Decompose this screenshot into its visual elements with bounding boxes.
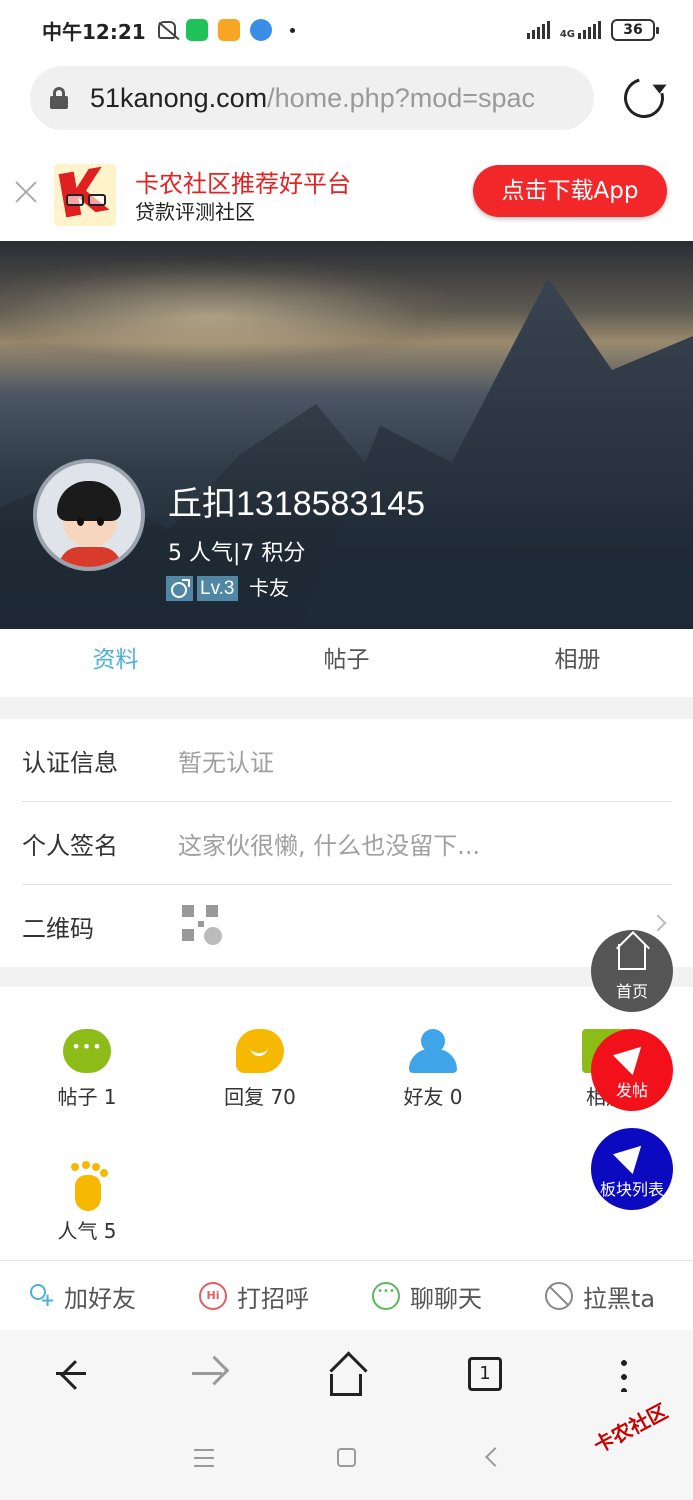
reload-icon[interactable] [616,70,672,126]
chat-icon [372,1282,400,1310]
chat-button[interactable]: 聊聊天 [372,1261,482,1331]
fab-post-label: 发帖 [615,1081,648,1100]
mobile-data: 4G [559,21,601,40]
stat-label: 好友 0 [403,1085,463,1109]
system-home-icon[interactable] [337,1448,356,1467]
block-label: 拉黑ta [583,1284,656,1313]
cert-value: 暂无认证 [178,749,274,777]
download-app-button[interactable]: 点击下载App [473,165,667,217]
url-text[interactable]: 51kanong.com/home.php?mod=spac [90,83,535,114]
status-time: 中午12:21 [42,19,146,44]
stat-posts[interactable]: 帖子 1 [0,1029,174,1110]
signal-icon [526,21,550,39]
chat-bubble-icon [63,1029,111,1073]
stat-friends[interactable]: 好友 0 [346,1029,520,1110]
hi-icon: Hi [199,1282,227,1310]
signal-4g-icon [578,21,601,39]
cert-row: 认证信息 暂无认证 [22,719,672,802]
tabs-count-button[interactable]: 1 [468,1357,502,1391]
friends-icon [409,1029,457,1073]
avatar[interactable] [33,459,145,571]
stat-popularity[interactable]: 人气 5 [0,1163,174,1244]
qrcode-icon [182,905,224,947]
browser-address-area: 51kanong.com/home.php?mod=spac [0,60,693,142]
fab-home-label: 首页 [615,982,648,1001]
qrcode-row[interactable]: 二维码 [22,885,672,968]
notes-app-icon [217,19,240,41]
signature-row: 个人签名 这家伙很懒, 什么也没留下... [22,802,672,885]
lock-icon [50,87,68,109]
wechat-icon [185,19,208,41]
cert-label: 认证信息 [22,749,118,777]
paper-plane-icon [612,1036,652,1076]
paper-plane-icon [612,1135,652,1175]
tab-posts[interactable]: 帖子 [231,629,462,697]
close-icon[interactable] [14,180,38,204]
stat-replies[interactable]: 回复 70 [173,1029,347,1110]
browser-app-icon [249,19,272,41]
tab-album[interactable]: 相册 [462,629,693,697]
banner-subtitle: 贷款评测社区 [135,200,255,224]
network-type: 4G [559,29,575,40]
chat-label: 聊聊天 [410,1284,482,1313]
stat-label: 人气 5 [57,1219,117,1243]
profile-tabs: 资料 帖子 相册 [0,629,693,697]
battery-icon: 36 [611,19,659,41]
profile-info-list: 认证信息 暂无认证 个人签名 这家伙很懒, 什么也没留下... 二维码 [0,719,693,967]
block-user-button[interactable]: 拉黑ta [545,1261,655,1331]
new-post-fab-button[interactable]: 发帖 [591,1029,673,1111]
username: 丘扣1318583145 [168,485,426,523]
chevron-right-icon [649,914,667,932]
kanong-logo [54,164,116,226]
address-bar[interactable]: 51kanong.com/home.php?mod=spac [30,66,594,130]
level-badge: Lv.3 [197,576,238,601]
signature-value: 这家伙很懒, 什么也没留下... [178,832,481,860]
add-friend-label: 加好友 [64,1284,136,1313]
fab-board-label: 板块列表 [599,1180,664,1199]
reply-bubble-icon [236,1029,284,1073]
activity-stats: 帖子 1 回复 70 好友 0 相册 人气 5 [0,987,693,1260]
add-friend-button[interactable]: 加好友 [26,1261,136,1331]
level-name: 卡友 [249,576,289,600]
browser-home-icon[interactable] [330,1374,362,1396]
status-bar: 中午12:21 4G 36 [0,0,693,60]
status-right: 4G 36 [526,19,659,41]
home-fab-button[interactable]: 首页 [591,930,673,1012]
url-path: /home.php?mod=spac [267,82,536,113]
profile-cover-image [0,241,693,629]
stat-label: 帖子 1 [57,1085,117,1109]
url-host: 51kanong.com [90,82,268,113]
banner-title: 卡农社区推荐好平台 [135,170,351,198]
mute-bell-icon [157,21,176,39]
home-icon [618,944,646,970]
add-friend-icon [26,1282,55,1311]
male-gender-icon [166,576,193,601]
recent-apps-icon[interactable] [194,1449,214,1467]
tab-info[interactable]: 资料 [0,629,231,697]
block-icon [545,1282,573,1310]
browser-toolbar: 1 [0,1330,693,1418]
forward-arrow-icon[interactable] [186,1352,230,1396]
greet-button[interactable]: Hi 打招呼 [199,1261,309,1331]
system-navigation-bar [0,1418,693,1500]
back-arrow-icon[interactable] [48,1352,92,1396]
greet-label: 打招呼 [237,1284,309,1313]
footprint-icon [63,1163,111,1211]
system-back-icon[interactable] [485,1447,505,1467]
more-menu-icon[interactable] [621,1356,627,1392]
stat-label: 回复 70 [224,1085,296,1109]
qrcode-label: 二维码 [22,915,94,943]
profile-action-bar: 加好友 Hi 打招呼 聊聊天 拉黑ta [0,1260,693,1330]
notification-icons [157,19,295,41]
signature-label: 个人签名 [22,832,118,860]
more-notifications-dot-icon [289,27,295,33]
user-stats: 5 人气|7 积分 [168,541,306,566]
board-list-fab-button[interactable]: 板块列表 [591,1128,673,1210]
